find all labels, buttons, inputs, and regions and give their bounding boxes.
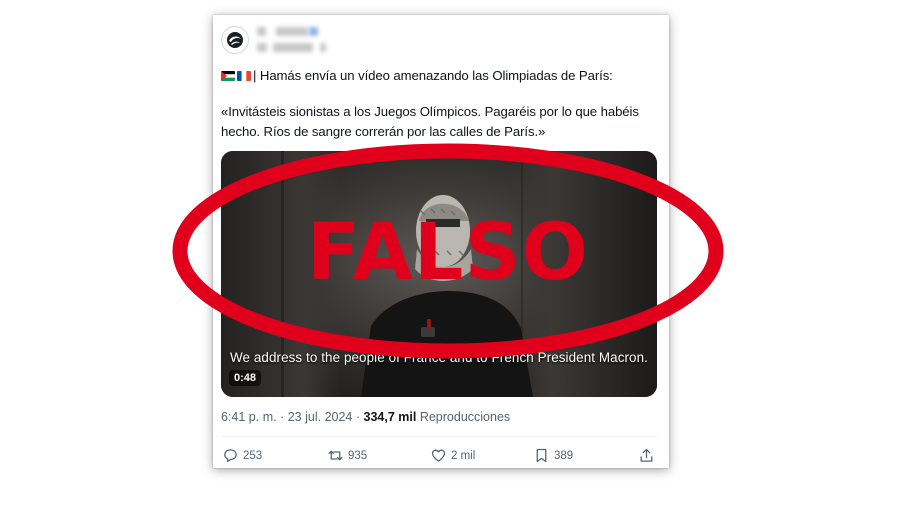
tweet-time[interactable]: 6:41 p. m. (221, 410, 277, 424)
bookmark-button[interactable]: 389 (533, 447, 573, 464)
repost-button[interactable]: 935 (327, 447, 367, 464)
like-button[interactable]: 2 mil (430, 447, 475, 464)
divider (221, 436, 657, 437)
redacted-author-handle (257, 43, 267, 52)
share-icon (640, 448, 653, 462)
meta-separator: · (355, 410, 361, 424)
tweet-title-line: | Hamás envía un vídeo amenazando las Ol… (221, 66, 613, 86)
repost-icon (328, 450, 343, 461)
bookmark-icon (536, 448, 547, 463)
tweet-title-text: | Hamás envía un vídeo amenazando las Ol… (253, 68, 613, 83)
redacted-author-handle (273, 43, 313, 52)
avatar[interactable] (221, 26, 249, 54)
reply-button[interactable]: 253 (222, 447, 262, 464)
bookmark-count: 389 (554, 449, 574, 462)
redacted-author-name (276, 27, 308, 36)
video-subtitle: We address to the people of France and t… (230, 350, 648, 365)
tweet-meta: 6:41 p. m. · 23 jul. 2024 · 334,7 mil Re… (221, 410, 510, 424)
reply-count: 253 (243, 449, 263, 462)
reply-icon (224, 449, 237, 463)
falso-stamp-text: FALSO (307, 208, 589, 298)
repost-count: 935 (348, 449, 368, 462)
verified-badge-icon (309, 27, 318, 36)
share-button[interactable] (638, 447, 659, 464)
like-count: 2 mil (451, 449, 476, 462)
france-flag-icon (237, 71, 251, 81)
views-count: 334,7 mil (363, 410, 417, 424)
tweet-date[interactable]: 23 jul. 2024 (288, 410, 353, 424)
redacted-author-name (257, 27, 266, 36)
meta-separator: · (280, 410, 285, 424)
tweet-quote-line-1: «Invitásteis sionistas a los Juegos Olím… (221, 104, 639, 119)
views-label: Reproducciones (419, 410, 511, 424)
tweet-quote-line-2: hecho. Ríos de sangre correrán por las c… (221, 124, 546, 139)
video-duration-badge: 0:48 (229, 370, 262, 386)
heart-icon (431, 449, 446, 462)
palestine-flag-icon (221, 71, 235, 81)
avatar-logo-icon (227, 32, 243, 48)
redacted-author-handle (320, 43, 326, 52)
